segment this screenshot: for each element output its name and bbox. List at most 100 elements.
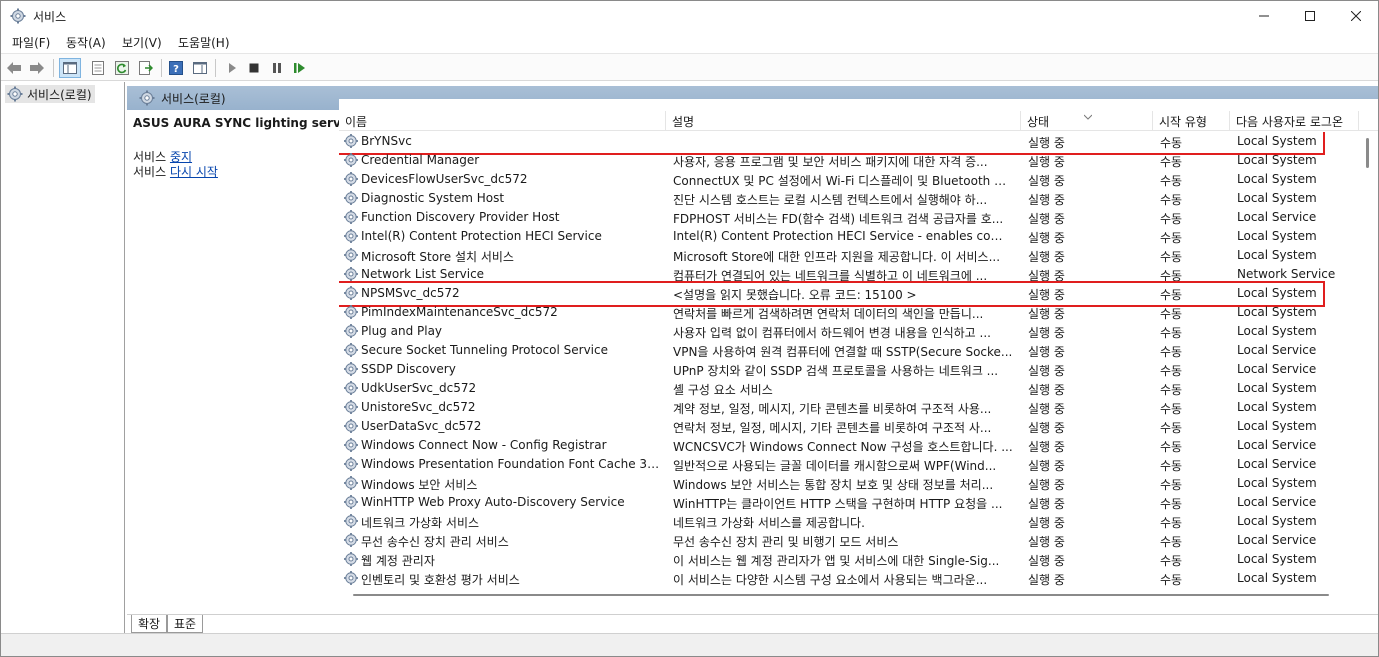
service-name: 인벤토리 및 호환성 평가 서비스 xyxy=(361,573,520,587)
status-bar xyxy=(1,633,1378,656)
service-row[interactable]: Intel(R) Content Protection HECI Service… xyxy=(339,227,1359,246)
service-row[interactable]: 네트워크 가상화 서비스 네트워크 가상화 서비스를 제공합니다. 실행 중 수동 Lo… xyxy=(339,512,1359,531)
service-startup-type: 수동 xyxy=(1160,383,1183,397)
service-row[interactable]: BrYNSvc 실행 중 수동 Local System xyxy=(339,132,1359,151)
service-row[interactable]: 무선 송수신 장치 관리 서비스 무선 송수신 장치 관리 및 비행기 모드 서비… xyxy=(339,531,1359,550)
service-row[interactable]: Microsoft Store 설치 서비스 Microsoft Store에 대… xyxy=(339,246,1359,265)
help-button[interactable]: ? xyxy=(167,59,185,77)
service-row[interactable]: Plug and Play 사용자 입력 없이 컴퓨터에서 하드웨어 변경 내용을… xyxy=(339,322,1359,341)
column-header-description[interactable]: 설명 xyxy=(666,111,1021,131)
service-row[interactable]: Secure Socket Tunneling Protocol Service… xyxy=(339,341,1359,360)
services-window: 서비스 파일(F) 동작(A) 보기(V) 도움말(H) ? 서비스(로컬) 서… xyxy=(0,0,1379,657)
column-header-name[interactable]: 이름 xyxy=(339,111,666,131)
service-logon-as: Local System xyxy=(1237,191,1317,205)
service-gear-icon xyxy=(344,305,358,319)
service-gear-icon xyxy=(344,533,358,547)
service-startup-type: 수동 xyxy=(1160,497,1183,511)
service-gear-icon xyxy=(344,381,358,395)
service-description: VPN을 사용하여 원격 컴퓨터에 연결할 때 SSTP(Secure Sock… xyxy=(673,345,1013,359)
menu-file[interactable]: 파일(F) xyxy=(12,34,50,51)
service-name: Plug and Play xyxy=(361,324,443,338)
vertical-scroll-thumb[interactable] xyxy=(1366,138,1369,168)
service-row[interactable]: NPSMSvc_dc572 <설명을 읽지 못했습니다. 오류 코드: 15100… xyxy=(339,284,1359,303)
service-row[interactable]: Windows 보안 서비스 Windows 보안 서비스는 통합 장치 보호 및… xyxy=(339,474,1359,493)
close-button[interactable] xyxy=(1333,1,1378,31)
service-row[interactable]: 웹 계정 관리자 이 서비스는 웹 계정 관리자가 앱 및 서비스에 대한 Sin… xyxy=(339,550,1359,569)
service-status: 실행 중 xyxy=(1028,193,1065,207)
service-gear-icon xyxy=(344,400,358,414)
stop-service-button[interactable] xyxy=(245,59,263,77)
action-pane-button[interactable] xyxy=(191,59,209,77)
service-gear-icon xyxy=(344,343,358,357)
column-header-startup-type[interactable]: 시작 유형 xyxy=(1153,111,1230,131)
service-gear-icon xyxy=(344,457,358,471)
pause-service-button[interactable] xyxy=(268,59,286,77)
service-row[interactable]: UdkUserSvc_dc572 셸 구성 요소 서비스 실행 중 수동 Local S… xyxy=(339,379,1359,398)
service-name: Secure Socket Tunneling Protocol Service xyxy=(361,343,608,357)
service-row[interactable]: Diagnostic System Host 진단 시스템 호스트는 로컬 시스템… xyxy=(339,189,1359,208)
tab-standard[interactable]: 표준 xyxy=(167,615,203,633)
service-row[interactable]: WinHTTP Web Proxy Auto-Discovery Service… xyxy=(339,493,1359,512)
service-logon-as: Local System xyxy=(1237,552,1317,566)
service-description: 연락처를 빠르게 검색하려면 연락처 데이터의 색인을 만듭니... xyxy=(673,307,984,321)
service-row[interactable]: Windows Presentation Foundation Font Cac… xyxy=(339,455,1359,474)
service-logon-as: Local System xyxy=(1237,400,1317,414)
back-button[interactable] xyxy=(5,59,23,77)
horizontal-scrollbar[interactable] xyxy=(339,590,1359,600)
menu-view[interactable]: 보기(V) xyxy=(122,34,162,51)
service-row[interactable]: DevicesFlowUserSvc_dc572 ConnectUX 및 PC 설… xyxy=(339,170,1359,189)
service-row[interactable]: Function Discovery Provider Host FDPHOST … xyxy=(339,208,1359,227)
service-description: 컴퓨터가 연결되어 있는 네트워크를 식별하고 이 네트워크에 ... xyxy=(673,269,988,283)
properties-icon xyxy=(92,61,104,75)
service-name: 무선 송수신 장치 관리 서비스 xyxy=(361,535,509,549)
help-icon: ? xyxy=(169,61,183,75)
maximize-button[interactable] xyxy=(1287,1,1333,31)
service-status: 실행 중 xyxy=(1028,326,1065,340)
column-header-logon-as[interactable]: 다음 사용자로 로그온 xyxy=(1230,111,1359,131)
stop-service-link[interactable]: 중지 xyxy=(170,150,192,164)
back-arrow-icon xyxy=(7,62,21,74)
service-row[interactable]: SSDP Discovery UPnP 장치와 같이 SSDP 검색 프로토콜을 … xyxy=(339,360,1359,379)
vertical-scrollbar[interactable] xyxy=(1361,132,1376,590)
service-row[interactable]: 인벤토리 및 호환성 평가 서비스 이 서비스는 다양한 시스템 구성 요소에서 … xyxy=(339,569,1359,588)
service-startup-type: 수동 xyxy=(1160,459,1183,473)
properties-button[interactable] xyxy=(89,59,107,77)
tree-node-services-local[interactable]: 서비스(로컬) xyxy=(5,85,95,103)
services-gear-icon xyxy=(10,8,26,24)
service-startup-type: 수동 xyxy=(1160,307,1183,321)
services-list: 이름 설명 상태 시작 유형 다음 사용자로 로그온 BrYNSvc 실행 중 수동… xyxy=(339,99,1378,600)
horizontal-scroll-thumb[interactable] xyxy=(353,594,1329,596)
refresh-button[interactable] xyxy=(113,59,131,77)
service-startup-type: 수동 xyxy=(1160,345,1183,359)
service-startup-type: 수동 xyxy=(1160,554,1183,568)
restart-service-button[interactable] xyxy=(291,59,309,77)
service-row[interactable]: Credential Manager 사용자, 응용 프로그램 및 보안 서비스 … xyxy=(339,151,1359,170)
service-row[interactable]: UserDataSvc_dc572 연락처 정보, 일정, 메시지, 기타 콘텐츠… xyxy=(339,417,1359,436)
service-row[interactable]: Windows Connect Now - Config Registrar WC… xyxy=(339,436,1359,455)
menu-action[interactable]: 동작(A) xyxy=(66,34,106,51)
start-service-icon xyxy=(229,63,236,73)
restart-service-link[interactable]: 다시 시작 xyxy=(170,165,218,179)
service-logon-as: Local Service xyxy=(1237,533,1317,547)
service-name: Network List Service xyxy=(361,267,485,281)
tab-extended[interactable]: 확장 xyxy=(131,615,167,633)
pane-header-title: 서비스(로컬) xyxy=(161,91,226,106)
export-list-button[interactable] xyxy=(137,59,155,77)
console-tree-button[interactable] xyxy=(59,58,81,78)
service-prefix: 서비스 xyxy=(133,165,167,179)
menu-help[interactable]: 도움말(H) xyxy=(178,34,230,51)
service-logon-as: Network Service xyxy=(1237,267,1336,281)
forward-button[interactable] xyxy=(28,59,46,77)
service-gear-icon xyxy=(344,267,358,281)
service-status: 실행 중 xyxy=(1028,402,1065,416)
service-startup-type: 수동 xyxy=(1160,535,1183,549)
service-description: 사용자 입력 없이 컴퓨터에서 하드웨어 변경 내용을 인식하고 ... xyxy=(673,326,991,340)
show-action-pane-icon xyxy=(193,62,207,74)
service-row[interactable]: Network List Service 컴퓨터가 연결되어 있는 네트워크를 식… xyxy=(339,265,1359,284)
service-logon-as: Local System xyxy=(1237,419,1317,433)
service-row[interactable]: PimIndexMaintenanceSvc_dc572 연락처를 빠르게 검색하… xyxy=(339,303,1359,322)
minimize-button[interactable] xyxy=(1241,1,1287,31)
service-row[interactable]: UnistoreSvc_dc572 계약 정보, 일정, 메시지, 기타 콘텐츠를… xyxy=(339,398,1359,417)
start-service-button[interactable] xyxy=(223,59,241,77)
service-status: 실행 중 xyxy=(1028,383,1065,397)
